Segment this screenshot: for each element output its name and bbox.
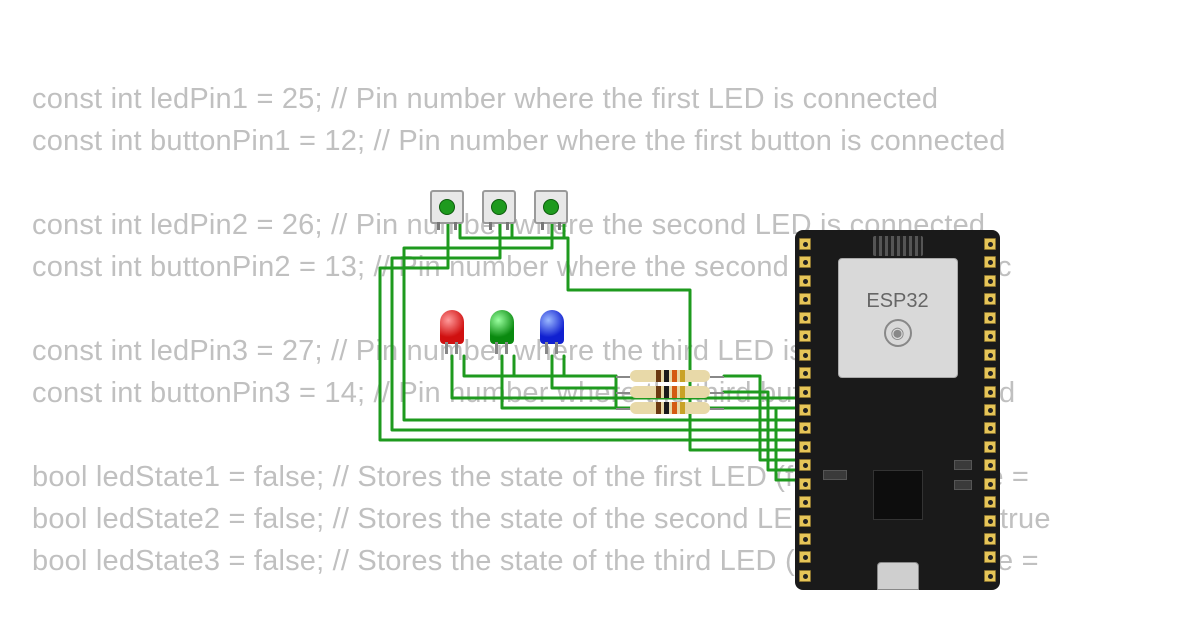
board-pin	[799, 404, 811, 416]
espressif-logo-icon: ◉	[884, 319, 912, 347]
board-pin	[984, 367, 996, 379]
board-pin	[984, 293, 996, 305]
board-pin	[984, 312, 996, 324]
board-pin	[799, 238, 811, 250]
board-pin	[799, 459, 811, 471]
board-pin	[984, 496, 996, 508]
esp32-board: ESP32 ◉	[795, 230, 1000, 590]
smd-component	[954, 480, 972, 490]
board-pin	[799, 533, 811, 545]
resistor-3	[630, 402, 710, 414]
board-pin	[984, 422, 996, 434]
board-pin	[984, 349, 996, 361]
board-pin	[799, 256, 811, 268]
board-pin	[799, 551, 811, 563]
board-pin	[799, 386, 811, 398]
pin-header-left	[799, 238, 811, 582]
push-button-2	[482, 190, 516, 224]
push-button-3	[534, 190, 568, 224]
code-line: const int ledPin1 = 25; // Pin number wh…	[32, 78, 1200, 120]
board-pin	[984, 256, 996, 268]
board-pin	[984, 404, 996, 416]
board-pin	[799, 422, 811, 434]
board-pin	[799, 312, 811, 324]
led-red	[440, 310, 464, 344]
usb-port	[877, 562, 919, 590]
board-pin	[799, 478, 811, 490]
pin-header-right	[984, 238, 996, 582]
resistor-row	[630, 370, 710, 414]
antenna	[873, 236, 923, 256]
led-blue	[540, 310, 564, 344]
board-pin	[984, 386, 996, 398]
board-label: ESP32	[866, 290, 928, 313]
esp32-shield: ESP32 ◉	[838, 258, 958, 378]
board-pin	[984, 459, 996, 471]
circuit-diagram: ESP32 ◉	[360, 190, 1000, 570]
board-pin	[984, 478, 996, 490]
code-line: const int buttonPin1 = 12; // Pin number…	[32, 120, 1200, 162]
resistor-2	[630, 386, 710, 398]
board-pin	[799, 515, 811, 527]
board-pin	[799, 275, 811, 287]
board-pin	[799, 293, 811, 305]
smd-component	[954, 460, 972, 470]
led-row	[440, 310, 564, 344]
board-pin	[799, 330, 811, 342]
board-pin	[984, 551, 996, 563]
push-button-1	[430, 190, 464, 224]
board-pin	[799, 441, 811, 453]
button-row	[430, 190, 568, 224]
board-pin	[799, 570, 811, 582]
board-pin	[799, 496, 811, 508]
board-pin	[799, 367, 811, 379]
board-pin	[799, 349, 811, 361]
board-pin	[984, 275, 996, 287]
board-pin	[984, 238, 996, 250]
mcu-chip	[873, 470, 923, 520]
board-pin	[984, 441, 996, 453]
resistor-1	[630, 370, 710, 382]
board-pin	[984, 533, 996, 545]
board-pin	[984, 570, 996, 582]
board-pin	[984, 515, 996, 527]
led-green	[490, 310, 514, 344]
smd-component	[823, 470, 847, 480]
board-pin	[984, 330, 996, 342]
